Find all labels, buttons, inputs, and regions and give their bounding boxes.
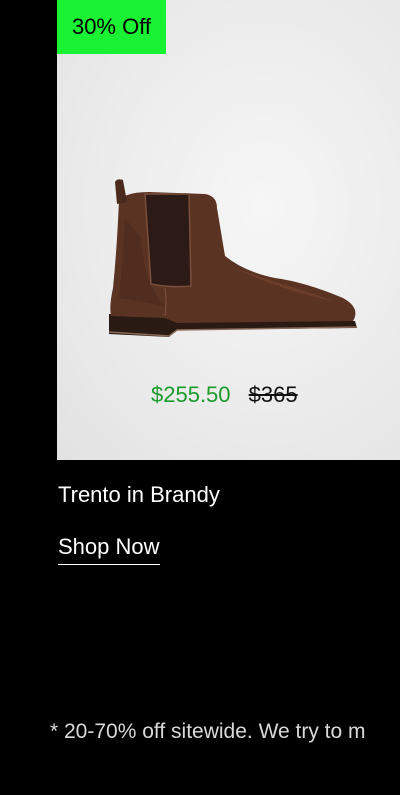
chelsea-boot-image[interactable] xyxy=(105,178,357,344)
disclaimer-text: * 20-70% off sitewide. We try to m xyxy=(50,720,366,743)
product-card[interactable]: 30% Off $255.50 $365 xyxy=(57,0,400,460)
discount-badge: 30% Off xyxy=(57,0,166,54)
original-price: $365 xyxy=(248,382,298,407)
shop-now-link[interactable]: Shop Now xyxy=(58,534,160,565)
sale-price: $255.50 xyxy=(151,382,231,407)
product-name[interactable]: Trento in Brandy xyxy=(58,482,220,508)
price-row: $255.50 $365 xyxy=(151,382,298,408)
